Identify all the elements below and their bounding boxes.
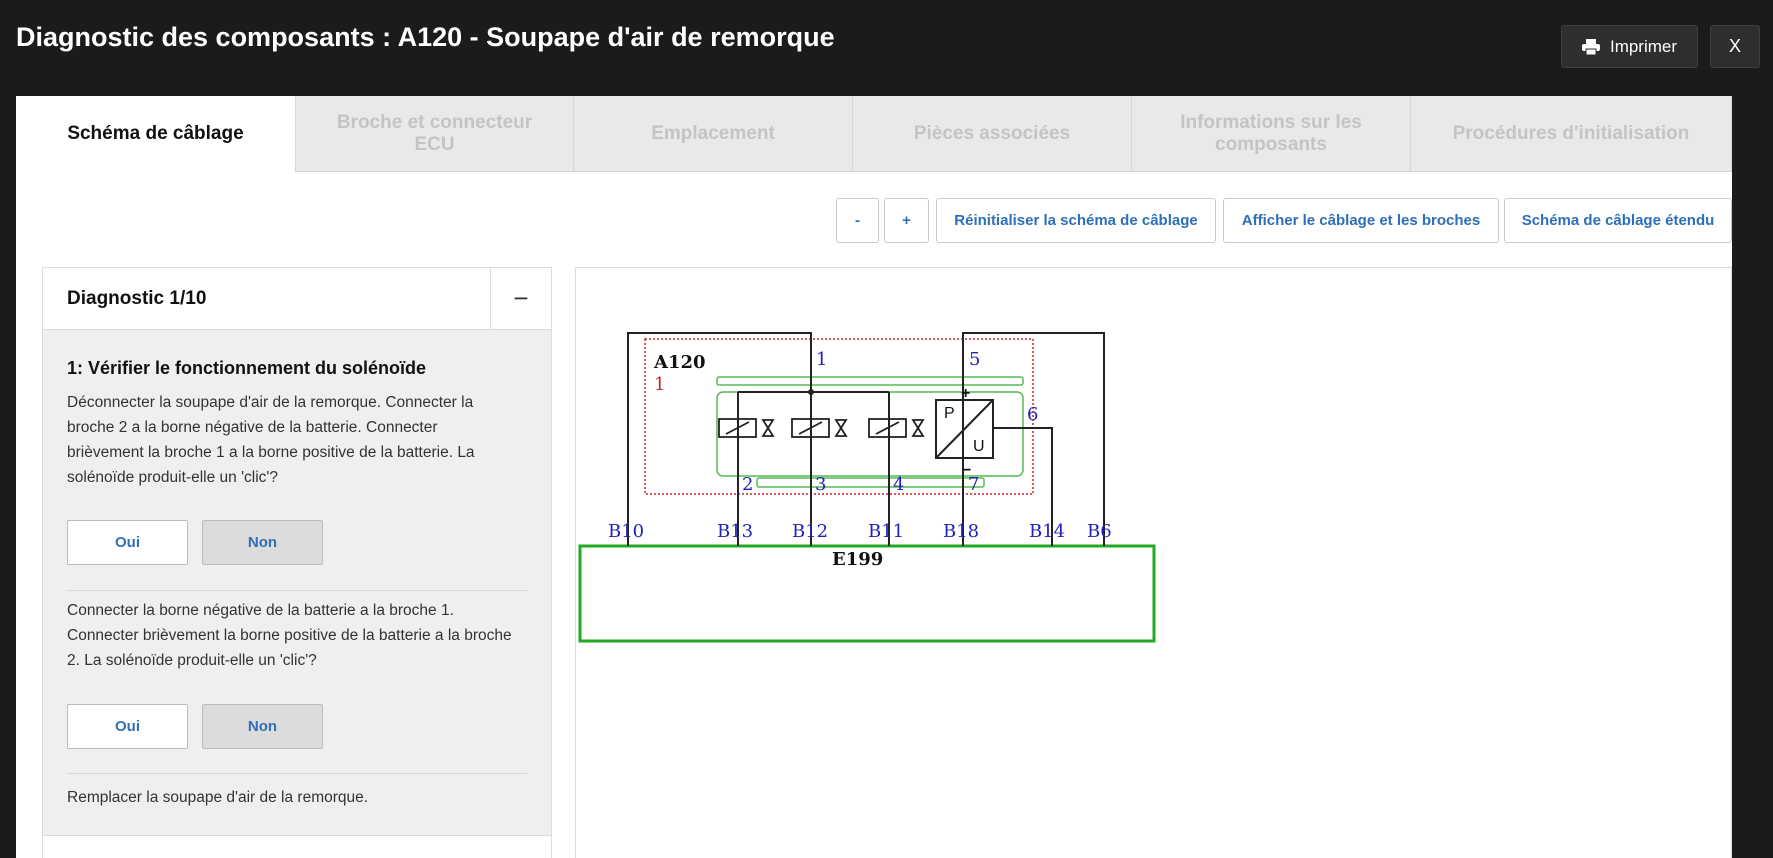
step-title: 1: Vérifier le fonctionnement du solénoï… — [67, 358, 427, 378]
internal-housing — [716, 376, 1024, 488]
reset-diagram-button[interactable]: Réinitialiser la schéma de câblage — [936, 198, 1216, 243]
connector-pin-label: B12 — [792, 521, 828, 542]
step-2-no-button[interactable]: Non — [202, 704, 323, 749]
zoom-out-button[interactable]: - — [836, 198, 879, 243]
connector-pin-label: B14 — [1029, 521, 1065, 542]
diagnostic-title: Diagnostic 1/10 — [67, 288, 207, 309]
tab-ecu-pin-connector[interactable]: Broche et connecteur ECU — [296, 96, 574, 172]
step-2-yes-button[interactable]: Oui — [67, 704, 188, 749]
step-1-instructions: Déconnecter la soupape d'air de la remor… — [67, 394, 475, 486]
print-label: Imprimer — [1609, 36, 1678, 56]
sensor-u-label: U — [973, 438, 985, 455]
sensor-p-label: P — [944, 405, 955, 422]
step-3-instructions: Remplacer la soupape d'air de la remorqu… — [67, 789, 369, 806]
divider — [67, 590, 527, 591]
diagnostic-panel: Diagnostic 1/10 − 1: Vérifier le fonctio… — [42, 267, 552, 858]
main-panel: Schéma de câblage Broche et connecteur E… — [16, 96, 1732, 858]
extended-diagram-button[interactable]: Schéma de câblage étendu — [1504, 198, 1732, 243]
wiring-diagram-svg: P U + − A120 1 1 5 6 2 3 4 7 B10 B13 B12… — [578, 332, 1156, 643]
tab-related-parts[interactable]: Pièces associées — [853, 96, 1132, 172]
tab-wiring-diagram[interactable]: Schéma de câblage — [16, 96, 296, 172]
component-index-label: 1 — [654, 374, 665, 395]
diagnostic-next-step[interactable] — [42, 835, 552, 858]
pin-label: 6 — [1027, 404, 1038, 425]
tab-location[interactable]: Emplacement — [574, 96, 853, 172]
title-bar: Diagnostic des composants : A120 - Soupa… — [0, 0, 1773, 96]
solenoid-symbols — [718, 418, 925, 438]
diagnostic-header: Diagnostic 1/10 − — [43, 268, 551, 330]
pin-label: 7 — [968, 474, 979, 495]
step-1-yes-button[interactable]: Oui — [67, 520, 188, 565]
wiring-diagram: P U + − A120 1 1 5 6 2 3 4 7 B10 B13 B12… — [575, 267, 1732, 858]
step-2-instructions: Connecter la borne négative de la batter… — [67, 602, 512, 669]
step-1-no-button[interactable]: Non — [202, 520, 323, 565]
pin-label: 1 — [816, 349, 827, 370]
printer-icon — [1581, 38, 1600, 55]
zoom-in-button[interactable]: + — [884, 198, 929, 243]
tab-bar: Schéma de câblage Broche et connecteur E… — [16, 96, 1732, 172]
tab-initialization-procedures[interactable]: Procédures d'initialisation — [1411, 96, 1732, 172]
pin-label: 3 — [815, 474, 826, 495]
connector-pin-label: B10 — [608, 521, 644, 542]
page-title: Diagnostic des composants : A120 - Soupa… — [16, 22, 835, 52]
connector-pin-label: B18 — [943, 521, 979, 542]
connector-label: E199 — [832, 549, 883, 570]
show-wiring-pins-button[interactable]: Afficher le câblage et les broches — [1223, 198, 1499, 243]
junction-dot — [808, 389, 814, 395]
pin-label: 2 — [742, 474, 753, 495]
sensor-plus-label: + — [961, 385, 970, 402]
connector-pin-label: B11 — [868, 521, 904, 542]
close-button[interactable]: X — [1710, 25, 1760, 68]
connector-pin-label: B13 — [717, 521, 753, 542]
print-button[interactable]: Imprimer — [1561, 25, 1698, 68]
connector-pin-label: B6 — [1087, 521, 1112, 542]
tab-component-info[interactable]: Informations sur les composants — [1132, 96, 1411, 172]
divider — [67, 773, 527, 774]
pin-label: 4 — [893, 474, 904, 495]
collapse-button[interactable]: − — [490, 268, 551, 329]
component-label: A120 — [653, 352, 706, 373]
pin-label: 5 — [969, 349, 980, 370]
